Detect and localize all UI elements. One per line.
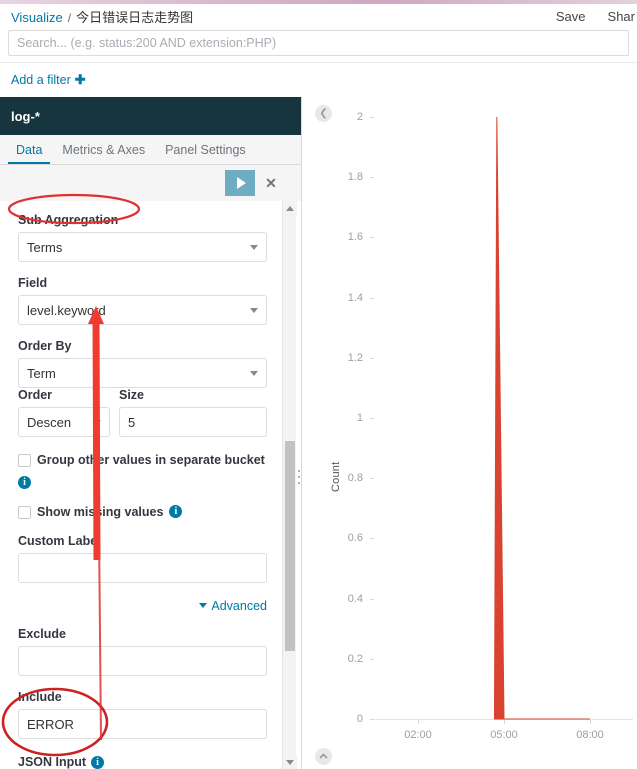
include-label: Include xyxy=(18,690,62,704)
exclude-label: Exclude xyxy=(18,627,66,641)
field-label: Field xyxy=(18,276,48,290)
scroll-up-arrow-icon[interactable] xyxy=(283,201,297,215)
size-label: Size xyxy=(119,388,145,402)
tab-metrics-and-axes[interactable]: Metrics & Axes xyxy=(54,139,153,164)
json-input-row: JSON Input i xyxy=(18,755,271,769)
size-input[interactable] xyxy=(119,407,267,437)
field-select[interactable] xyxy=(18,295,267,325)
editor-header: log-* xyxy=(0,97,301,135)
show-missing-values-row[interactable]: Show missing values i xyxy=(18,505,271,520)
order-by-select-wrap xyxy=(18,358,267,388)
close-icon: ✕ xyxy=(265,174,277,191)
advanced-row: Advanced xyxy=(18,595,267,613)
add-filter-label: Add a filter xyxy=(11,73,71,87)
chart-series-area[interactable] xyxy=(493,116,590,720)
editor-toolbar: ✕ xyxy=(0,165,301,201)
chart-series-layer xyxy=(493,116,590,720)
info-icon[interactable]: i xyxy=(18,476,31,489)
custom-label-input[interactable] xyxy=(18,553,267,583)
save-button[interactable]: Save xyxy=(556,9,586,24)
group-other-values-row[interactable]: Group other values in separate bucket i xyxy=(18,453,271,489)
visualization-panel: ❮ 0 0.2 0.4 0.6 0.8 1 1.2 1.4 1.6 1.8 2 02:00 05:00 0… xyxy=(303,97,637,769)
editor-tabs: Data Metrics & Axes Panel Settings xyxy=(0,135,301,165)
chevron-down-icon xyxy=(199,603,208,608)
breadcrumb: Visualize / 今日错误日志走势图 xyxy=(0,7,193,26)
order-by-select[interactable] xyxy=(18,358,267,388)
discard-changes-button[interactable]: ✕ xyxy=(255,170,287,196)
breadcrumb-visualize-link[interactable]: Visualize xyxy=(11,10,63,25)
show-missing-values-checkbox[interactable] xyxy=(18,506,31,519)
order-select-wrap xyxy=(18,407,110,437)
visualization-editor-panel: log-* Data Metrics & Axes Panel Settings… xyxy=(0,97,302,769)
plus-icon: ✚ xyxy=(74,72,86,87)
aggregation-form-scroll-area: Sub Aggregation Field Order By xyxy=(0,201,301,769)
add-filter-button[interactable]: Add a filter ✚ xyxy=(11,72,86,88)
scroll-down-arrow-icon[interactable] xyxy=(283,755,297,769)
advanced-label: Advanced xyxy=(211,598,267,613)
apply-changes-button[interactable] xyxy=(225,170,255,196)
info-icon[interactable]: i xyxy=(91,755,105,769)
header-actions: Save Shar xyxy=(556,9,637,24)
y-axis-title: Count xyxy=(330,461,342,492)
group-other-values-label: Group other values in separate bucket xyxy=(37,453,265,467)
order-label: Order xyxy=(18,388,53,402)
order-by-label: Order By xyxy=(18,339,72,353)
sub-aggregation-label: Sub Aggregation xyxy=(18,213,119,227)
advanced-toggle[interactable]: Advanced xyxy=(199,599,267,613)
field-select-wrap xyxy=(18,295,267,325)
breadcrumb-separator: / xyxy=(67,11,72,25)
panel-resize-handle[interactable] xyxy=(296,469,301,485)
app-header: Visualize / 今日错误日志走势图 Save Shar xyxy=(0,4,637,29)
page-title: 今日错误日志走势图 xyxy=(76,10,194,25)
info-icon[interactable]: i xyxy=(169,505,183,518)
area-chart[interactable]: 0 0.2 0.4 0.6 0.8 1 1.2 1.4 1.6 1.8 2 02:00 05:00 08:… xyxy=(303,97,637,769)
json-input-label: JSON Input xyxy=(18,755,87,769)
tab-data[interactable]: Data xyxy=(8,139,51,164)
size-column: Size xyxy=(119,388,267,437)
share-button[interactable]: Shar xyxy=(608,9,635,24)
editor-scrollbar[interactable] xyxy=(282,201,297,769)
tab-panel-settings[interactable]: Panel Settings xyxy=(157,139,254,164)
order-column: Order xyxy=(18,388,110,437)
aggregation-form: Sub Aggregation Field Order By xyxy=(0,201,301,769)
filter-bar: Add a filter ✚ xyxy=(0,62,637,97)
exclude-input[interactable] xyxy=(18,646,267,676)
play-icon xyxy=(236,177,246,189)
sub-aggregation-select-wrap xyxy=(18,232,267,262)
show-missing-values-label: Show missing values xyxy=(37,505,164,519)
order-size-row: Order Size xyxy=(18,388,271,437)
kibana-visualize-app: Visualize / 今日错误日志走势图 Save Shar Add a fi… xyxy=(0,0,637,769)
custom-label-label: Custom Label xyxy=(18,534,101,548)
query-bar xyxy=(0,30,637,58)
order-select[interactable] xyxy=(18,407,110,437)
sub-aggregation-select[interactable] xyxy=(18,232,267,262)
group-other-values-checkbox[interactable] xyxy=(18,454,31,467)
search-input[interactable] xyxy=(8,30,629,56)
index-pattern-label: log-* xyxy=(11,108,40,124)
scrollbar-thumb[interactable] xyxy=(285,441,295,651)
include-input[interactable] xyxy=(18,709,267,739)
